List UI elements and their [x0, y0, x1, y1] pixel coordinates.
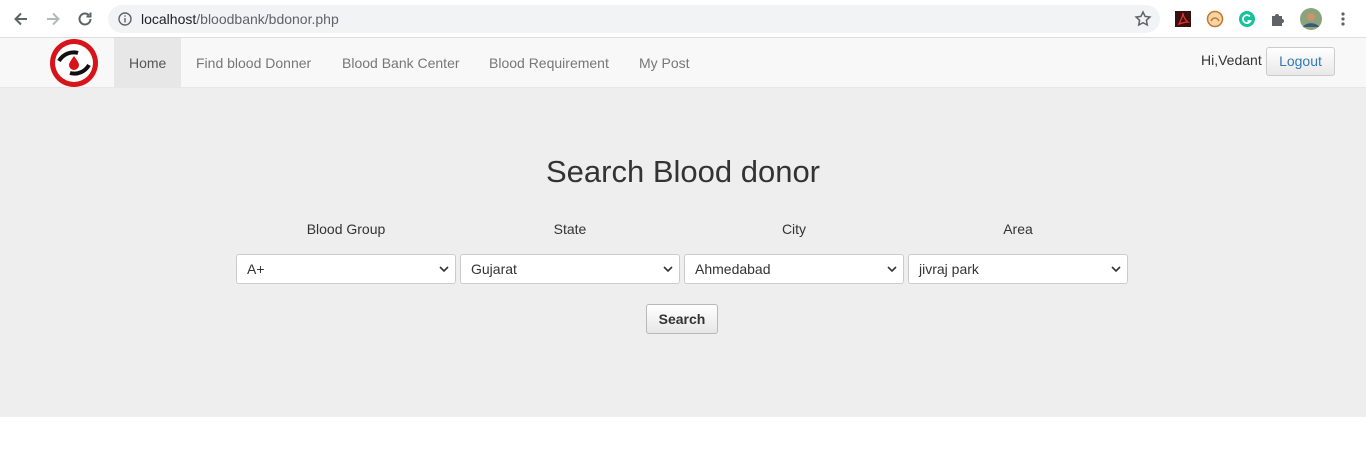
- chevron-down-icon: [1111, 266, 1121, 273]
- area-value: jivraj park: [919, 261, 979, 277]
- menu-dots-icon[interactable]: [1333, 9, 1353, 29]
- search-button[interactable]: Search: [646, 304, 718, 334]
- nav-find-blood-donner[interactable]: Find blood Donner: [196, 38, 311, 88]
- grammarly-icon[interactable]: [1237, 9, 1257, 29]
- blood-group-select[interactable]: A+: [236, 254, 456, 284]
- address-bar[interactable]: localhost/bloodbank/bdonor.php: [108, 5, 1160, 33]
- city-label: City: [781, 221, 807, 237]
- area-select[interactable]: jivraj park: [908, 254, 1128, 284]
- logout-button[interactable]: Logout: [1266, 47, 1335, 76]
- area-label: Area: [1003, 221, 1033, 237]
- nav-blood-bank-center[interactable]: Blood Bank Center: [342, 38, 460, 88]
- info-icon[interactable]: [118, 12, 132, 26]
- nav-home[interactable]: Home: [114, 38, 181, 88]
- url-path: /bloodbank/bdonor.php: [196, 11, 339, 27]
- state-label: State: [553, 221, 587, 237]
- blood-group-label: Blood Group: [306, 221, 386, 237]
- user-greeting: Hi,Vedant: [1201, 52, 1262, 68]
- extension-icon[interactable]: [1205, 9, 1225, 29]
- url-text: localhost/bloodbank/bdonor.php: [141, 11, 339, 27]
- profile-avatar[interactable]: [1299, 7, 1323, 31]
- blood-bank-logo[interactable]: [48, 38, 100, 88]
- chevron-down-icon: [663, 266, 673, 273]
- search-panel: Search Blood donor Blood Group State Cit…: [0, 88, 1366, 417]
- star-icon[interactable]: [1134, 10, 1152, 28]
- state-value: Gujarat: [471, 261, 517, 277]
- nav-my-post[interactable]: My Post: [639, 38, 690, 88]
- url-host: localhost: [141, 11, 197, 27]
- city-value: Ahmedabad: [695, 261, 771, 277]
- chevron-down-icon: [887, 266, 897, 273]
- back-arrow-icon[interactable]: [9, 7, 33, 31]
- chevron-down-icon: [439, 266, 449, 273]
- browser-toolbar: localhost/bloodbank/bdonor.php: [0, 0, 1366, 38]
- blood-group-value: A+: [247, 261, 265, 277]
- pdf-extension-icon[interactable]: [1173, 9, 1193, 29]
- state-select[interactable]: Gujarat: [460, 254, 680, 284]
- puzzle-icon[interactable]: [1268, 9, 1288, 29]
- reload-icon[interactable]: [73, 7, 97, 31]
- city-select[interactable]: Ahmedabad: [684, 254, 904, 284]
- site-navbar: Home Find blood Donner Blood Bank Center…: [0, 38, 1366, 88]
- forward-arrow-icon[interactable]: [41, 7, 65, 31]
- nav-blood-requirement[interactable]: Blood Requirement: [489, 38, 609, 88]
- page-title: Search Blood donor: [545, 154, 821, 189]
